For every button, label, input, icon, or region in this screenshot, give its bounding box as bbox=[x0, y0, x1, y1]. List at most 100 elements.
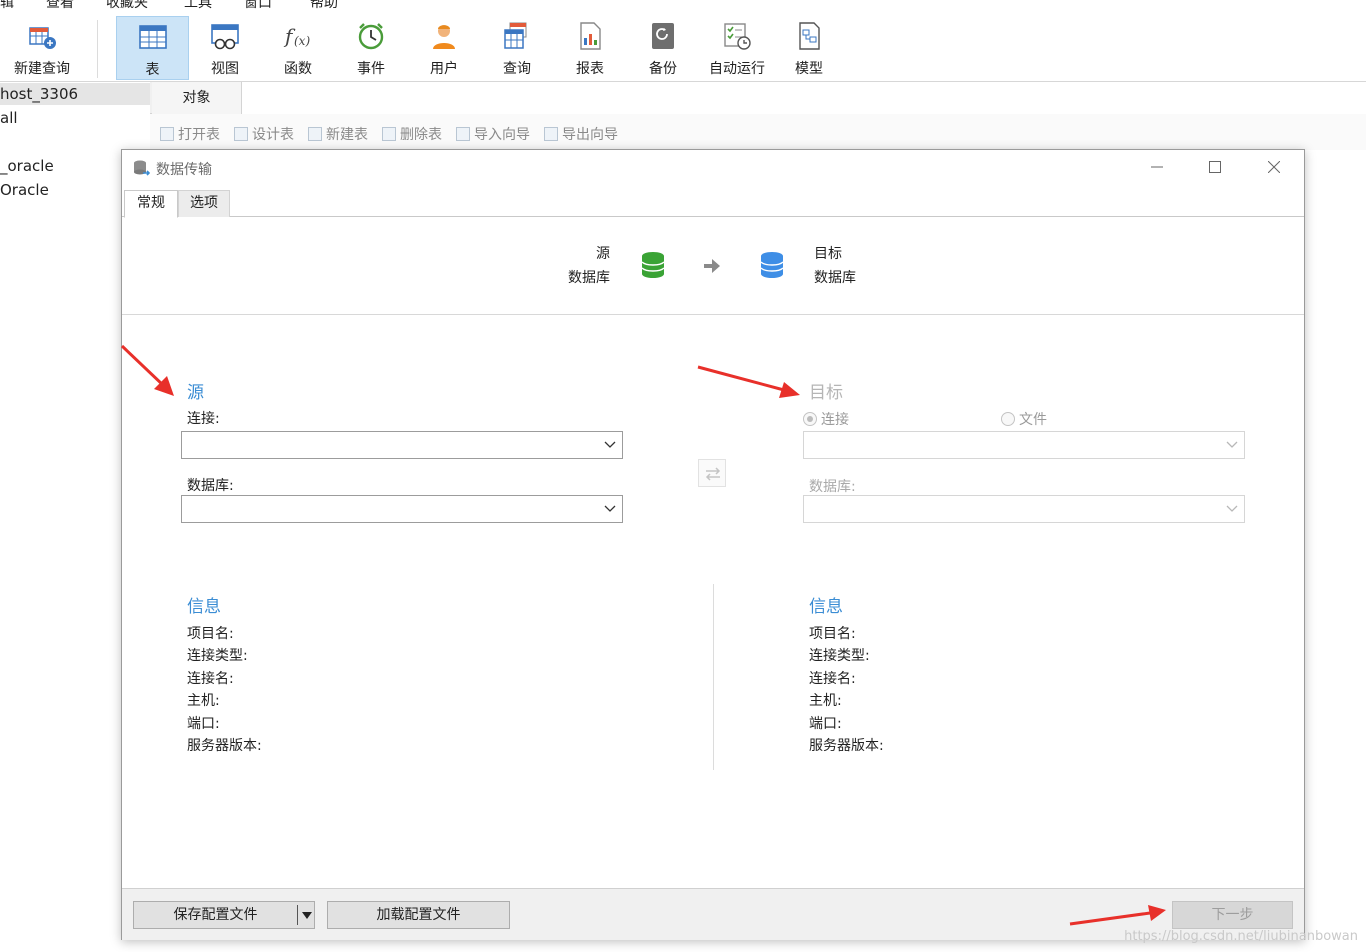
toolbar-view-button[interactable]: 视图 bbox=[190, 16, 260, 80]
tab-objects[interactable]: 对象 bbox=[152, 82, 242, 114]
source-info-conn-type: 连接类型: bbox=[187, 648, 248, 665]
new-table-icon bbox=[308, 127, 322, 141]
toolbar-new-query-button[interactable]: 新建查询 bbox=[4, 16, 80, 80]
flow-target-line1: 目标 bbox=[814, 246, 842, 262]
target-connection-select[interactable] bbox=[803, 431, 1245, 459]
toolbar-event-button[interactable]: 事件 bbox=[336, 16, 406, 80]
target-info-server-version: 服务器版本: bbox=[809, 737, 884, 754]
source-info-project: 项目名: bbox=[187, 626, 234, 642]
menu-favorites[interactable]: 收藏夹 bbox=[106, 0, 148, 12]
dropdown-arrow-icon[interactable] bbox=[302, 912, 312, 919]
design-table-label: 设计表 bbox=[252, 127, 294, 143]
target-radio-connection[interactable]: 连接 bbox=[803, 409, 849, 429]
toolbar-report-button[interactable]: 报表 bbox=[555, 16, 625, 80]
open-table-button[interactable]: 打开表 bbox=[160, 124, 220, 144]
export-wizard-button[interactable]: 导出向导 bbox=[544, 124, 618, 144]
source-info-host: 主机: bbox=[187, 693, 220, 710]
new-table-label: 新建表 bbox=[326, 127, 368, 143]
save-profile-label: 保存配置文件 bbox=[173, 907, 258, 923]
target-database-icon bbox=[760, 252, 784, 278]
menu-help[interactable]: 帮助 bbox=[310, 0, 338, 12]
target-radio-file[interactable]: 文件 bbox=[1001, 409, 1047, 429]
toolbar-query-label: 查询 bbox=[503, 61, 531, 77]
user-icon bbox=[433, 25, 455, 49]
tree-item-oracle-conn[interactable]: Oracle bbox=[0, 181, 49, 199]
data-transfer-dialog: 数据传输 常规 选项 源 数据库 目标 数据库 源 连接: 数据库: 目标 连接… bbox=[121, 149, 1305, 940]
radio-selected-icon bbox=[803, 412, 817, 426]
source-database-select[interactable] bbox=[181, 495, 623, 523]
source-info-server-version: 服务器版本: bbox=[187, 737, 262, 754]
object-actions-bar: 打开表 设计表 新建表 删除表 导入向导 导出向导 bbox=[150, 114, 1366, 150]
function-icon: f (x) bbox=[283, 24, 310, 48]
source-info-list: 项目名: 连接类型: 连接名: 主机: 端口: 服务器版本: bbox=[187, 623, 262, 757]
delete-table-button[interactable]: 删除表 bbox=[382, 124, 442, 144]
model-icon bbox=[799, 22, 820, 50]
flow-source-line1: 源 bbox=[596, 246, 610, 262]
toolbar-query-button[interactable]: 查询 bbox=[482, 16, 552, 80]
source-database-icon bbox=[641, 252, 665, 278]
maximize-button[interactable] bbox=[1192, 150, 1238, 184]
object-tab-bar: 对象 bbox=[150, 82, 1366, 114]
close-button[interactable] bbox=[1251, 150, 1297, 184]
tab-options[interactable]: 选项 bbox=[178, 190, 230, 217]
toolbar-function-button[interactable]: f (x) 函数 bbox=[263, 16, 333, 80]
toolbar-new-query-label: 新建查询 bbox=[14, 61, 70, 77]
toolbar-model-button[interactable]: 模型 bbox=[774, 16, 844, 80]
tree-item-all[interactable]: all bbox=[0, 109, 18, 127]
menu-edit[interactable]: 辑 bbox=[0, 0, 14, 12]
tree-item-host[interactable]: host_3306 bbox=[0, 85, 78, 103]
source-connection-select[interactable] bbox=[181, 431, 623, 459]
import-wizard-icon bbox=[456, 127, 470, 141]
flow-target-line2: 数据库 bbox=[814, 270, 856, 286]
next-button[interactable]: 下一步 bbox=[1172, 901, 1293, 929]
view-icon bbox=[211, 24, 239, 50]
design-table-icon bbox=[234, 127, 248, 141]
delete-table-label: 删除表 bbox=[400, 127, 442, 143]
close-icon bbox=[1268, 161, 1280, 173]
toolbar-table-label: 表 bbox=[145, 62, 160, 78]
target-database-select[interactable] bbox=[803, 495, 1245, 523]
maximize-icon bbox=[1209, 161, 1221, 173]
automation-icon bbox=[724, 23, 751, 50]
toolbar-automation-button[interactable]: 自动运行 bbox=[700, 16, 774, 80]
dialog-title: 数据传输 bbox=[156, 162, 212, 178]
source-section-title: 源 bbox=[187, 383, 204, 403]
dialog-titlebar[interactable]: 数据传输 bbox=[122, 150, 1304, 186]
menu-tools[interactable]: 工具 bbox=[184, 0, 212, 12]
target-info-port: 端口: bbox=[809, 715, 842, 732]
menu-view[interactable]: 查看 bbox=[46, 0, 74, 12]
load-profile-button[interactable]: 加载配置文件 bbox=[327, 901, 510, 929]
target-radio-file-label: 文件 bbox=[1019, 412, 1047, 428]
source-info-port: 端口: bbox=[187, 715, 220, 732]
radio-unselected-icon bbox=[1001, 412, 1015, 426]
svg-text:(x): (x) bbox=[294, 34, 310, 48]
toolbar-user-button[interactable]: 用户 bbox=[409, 16, 479, 80]
design-table-button[interactable]: 设计表 bbox=[234, 124, 294, 144]
toolbar-separator bbox=[97, 20, 98, 78]
swap-source-target-button[interactable] bbox=[698, 459, 726, 487]
new-table-button[interactable]: 新建表 bbox=[308, 124, 368, 144]
save-profile-button[interactable]: 保存配置文件 bbox=[133, 901, 315, 929]
flow-source-line2: 数据库 bbox=[568, 270, 610, 286]
target-database-label: 数据库: bbox=[809, 479, 856, 495]
tab-general[interactable]: 常规 bbox=[124, 190, 178, 218]
import-wizard-button[interactable]: 导入向导 bbox=[456, 124, 530, 144]
toolbar-model-label: 模型 bbox=[795, 61, 823, 77]
toolbar-automation-label: 自动运行 bbox=[709, 61, 765, 77]
toolbar-function-label: 函数 bbox=[284, 61, 312, 77]
source-database-label: 数据库: bbox=[187, 478, 234, 494]
target-info-conn-name: 连接名: bbox=[809, 670, 856, 687]
toolbar-table-button[interactable]: 表 bbox=[116, 16, 189, 80]
menu-window[interactable]: 窗口 bbox=[244, 0, 272, 12]
backup-icon bbox=[652, 23, 674, 49]
import-wizard-label: 导入向导 bbox=[474, 127, 530, 143]
source-info-conn-name: 连接名: bbox=[187, 670, 234, 687]
query-icon bbox=[504, 22, 527, 49]
tab-strip-empty bbox=[242, 82, 1366, 114]
minimize-button[interactable] bbox=[1134, 150, 1180, 184]
open-table-label: 打开表 bbox=[178, 127, 220, 143]
toolbar-backup-button[interactable]: 备份 bbox=[628, 16, 698, 80]
swap-icon bbox=[705, 467, 721, 481]
split-divider bbox=[297, 905, 298, 925]
tree-item-oracle-db[interactable]: _oracle bbox=[0, 157, 54, 175]
